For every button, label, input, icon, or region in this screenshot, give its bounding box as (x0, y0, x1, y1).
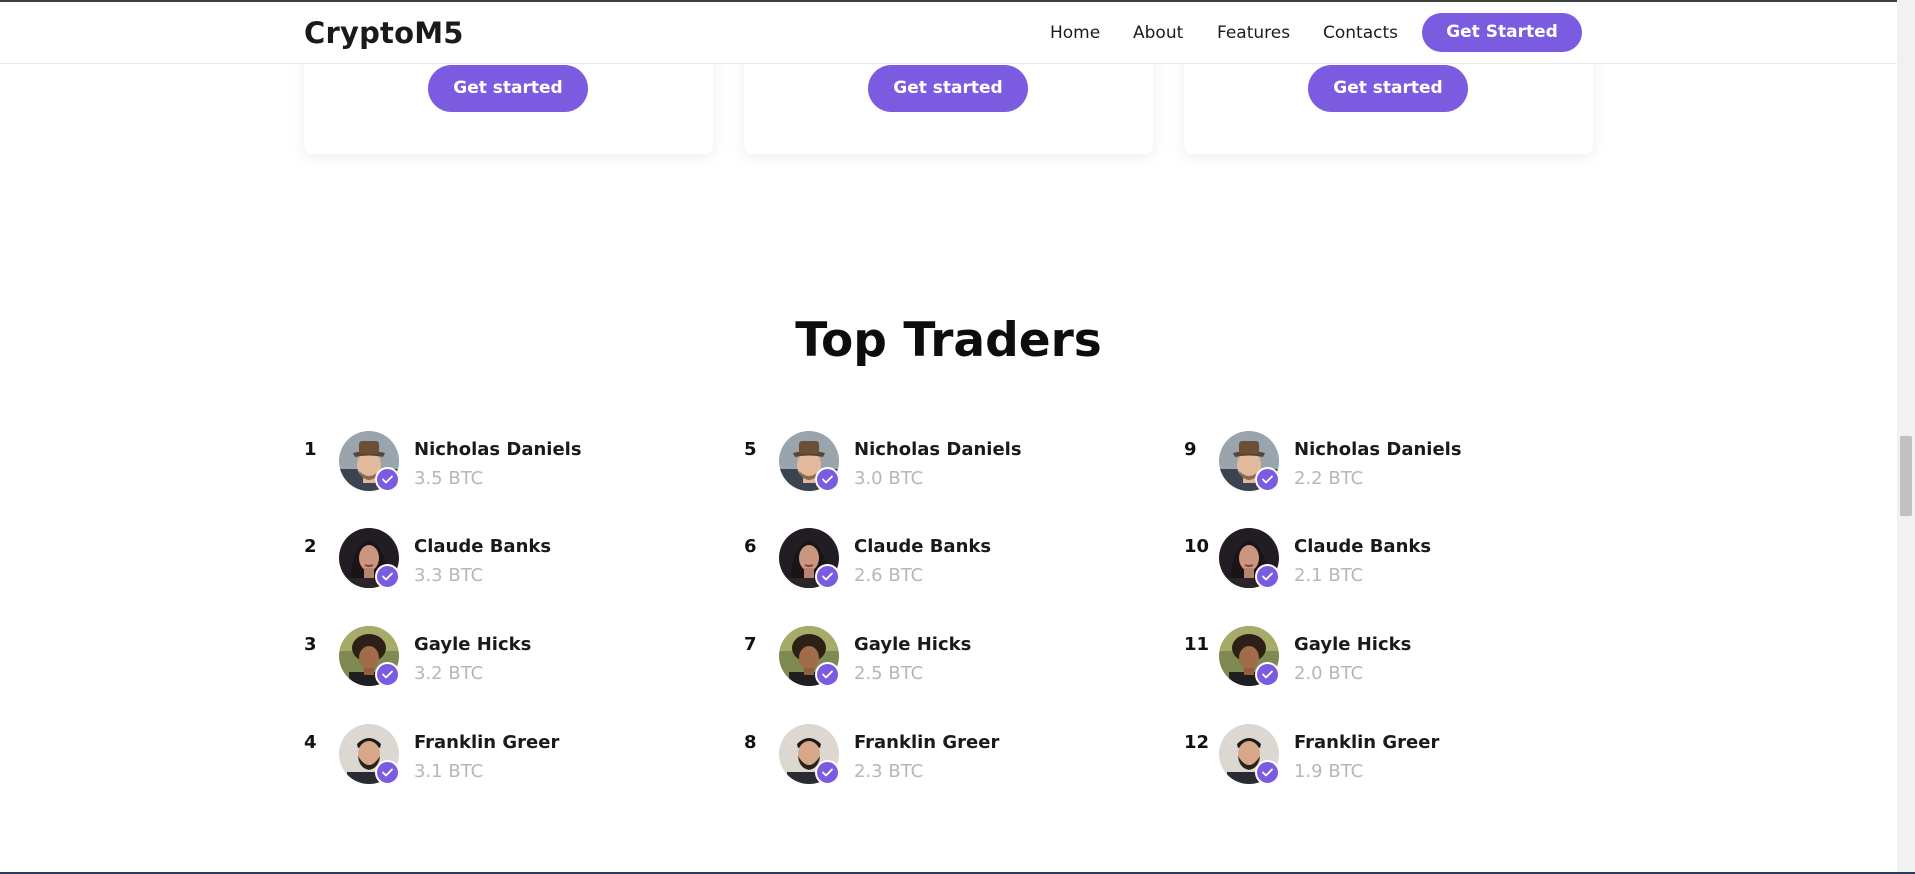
trader-btc-value: 3.5 BTC (414, 468, 484, 489)
trader-name[interactable]: Franklin Greer (1294, 732, 1439, 753)
trader-rank: 11 (1184, 634, 1210, 655)
scrollbar-thumb[interactable] (1900, 436, 1912, 516)
check-badge-icon (815, 564, 840, 589)
main-nav: Home About Features Contacts (0, 21, 1897, 51)
trader-name[interactable]: Franklin Greer (414, 732, 559, 753)
trader-row[interactable]: 8 Franklin Greer 2.3 BTC (744, 724, 1144, 794)
trader-btc-value: 2.2 BTC (1294, 468, 1364, 489)
trader-name[interactable]: Claude Banks (854, 536, 991, 557)
trader-row[interactable]: 9 Nicholas Daniels 2.2 BTC (1184, 431, 1584, 501)
trader-row[interactable]: 1 Nicholas Daniels 3.5 BTC (304, 431, 704, 501)
trader-rank: 9 (1184, 439, 1197, 460)
plan-get-started-button-1[interactable]: Get started (428, 65, 588, 112)
trader-btc-value: 2.5 BTC (854, 663, 924, 684)
check-badge-icon (815, 467, 840, 492)
trader-name[interactable]: Gayle Hicks (854, 634, 971, 655)
trader-row[interactable]: 2 Claude Banks 3.3 BTC (304, 528, 704, 598)
trader-name[interactable]: Claude Banks (1294, 536, 1431, 557)
get-started-nav-button[interactable]: Get Started (1422, 13, 1582, 52)
trader-row[interactable]: 11 Gayle Hicks 2.0 BTC (1184, 626, 1584, 696)
trader-btc-value: 2.1 BTC (1294, 565, 1364, 586)
check-badge-icon (1255, 760, 1280, 785)
check-badge-icon (375, 467, 400, 492)
check-badge-icon (1255, 467, 1280, 492)
trader-name[interactable]: Gayle Hicks (1294, 634, 1411, 655)
check-badge-icon (815, 760, 840, 785)
plan-get-started-button-3[interactable]: Get started (1308, 65, 1468, 112)
trader-name[interactable]: Nicholas Daniels (854, 439, 1022, 460)
trader-row[interactable]: 4 Franklin Greer 3.1 BTC (304, 724, 704, 794)
trader-name[interactable]: Nicholas Daniels (1294, 439, 1462, 460)
trader-btc-value: 2.3 BTC (854, 761, 924, 782)
trader-name[interactable]: Gayle Hicks (414, 634, 531, 655)
check-badge-icon (375, 662, 400, 687)
trader-name[interactable]: Nicholas Daniels (414, 439, 582, 460)
trader-btc-value: 3.3 BTC (414, 565, 484, 586)
trader-row[interactable]: 12 Franklin Greer 1.9 BTC (1184, 724, 1584, 794)
trader-rank: 6 (744, 536, 757, 557)
check-badge-icon (375, 564, 400, 589)
check-badge-icon (375, 760, 400, 785)
check-badge-icon (1255, 564, 1280, 589)
site-header: CryptoM5 Home About Features Contacts Ge… (0, 2, 1897, 64)
nav-link-home[interactable]: Home (1050, 23, 1100, 43)
trader-btc-value: 2.0 BTC (1294, 663, 1364, 684)
trader-row[interactable]: 10 Claude Banks 2.1 BTC (1184, 528, 1584, 598)
trader-rank: 7 (744, 634, 757, 655)
trader-rank: 8 (744, 732, 757, 753)
nav-link-about[interactable]: About (1133, 23, 1183, 43)
trader-btc-value: 3.0 BTC (854, 468, 924, 489)
check-badge-icon (815, 662, 840, 687)
nav-link-features[interactable]: Features (1217, 23, 1290, 43)
trader-btc-value: 3.1 BTC (414, 761, 484, 782)
trader-row[interactable]: 5 Nicholas Daniels 3.0 BTC (744, 431, 1144, 501)
trader-rank: 5 (744, 439, 757, 460)
trader-name[interactable]: Claude Banks (414, 536, 551, 557)
trader-btc-value: 1.9 BTC (1294, 761, 1364, 782)
trader-rank: 12 (1184, 732, 1210, 753)
trader-name[interactable]: Franklin Greer (854, 732, 999, 753)
trader-btc-value: 2.6 BTC (854, 565, 924, 586)
trader-row[interactable]: 6 Claude Banks 2.6 BTC (744, 528, 1144, 598)
top-traders-title: Top Traders (795, 313, 1102, 368)
plan-get-started-button-2[interactable]: Get started (868, 65, 1028, 112)
trader-rank: 1 (304, 439, 317, 460)
page-scrollbar[interactable] (1897, 0, 1915, 874)
trader-btc-value: 3.2 BTC (414, 663, 484, 684)
trader-row[interactable]: 3 Gayle Hicks 3.2 BTC (304, 626, 704, 696)
nav-link-contacts[interactable]: Contacts (1323, 23, 1398, 43)
trader-rank: 10 (1184, 536, 1210, 557)
trader-rank: 4 (304, 732, 317, 753)
trader-row[interactable]: 7 Gayle Hicks 2.5 BTC (744, 626, 1144, 696)
check-badge-icon (1255, 662, 1280, 687)
trader-rank: 3 (304, 634, 317, 655)
trader-rank: 2 (304, 536, 317, 557)
